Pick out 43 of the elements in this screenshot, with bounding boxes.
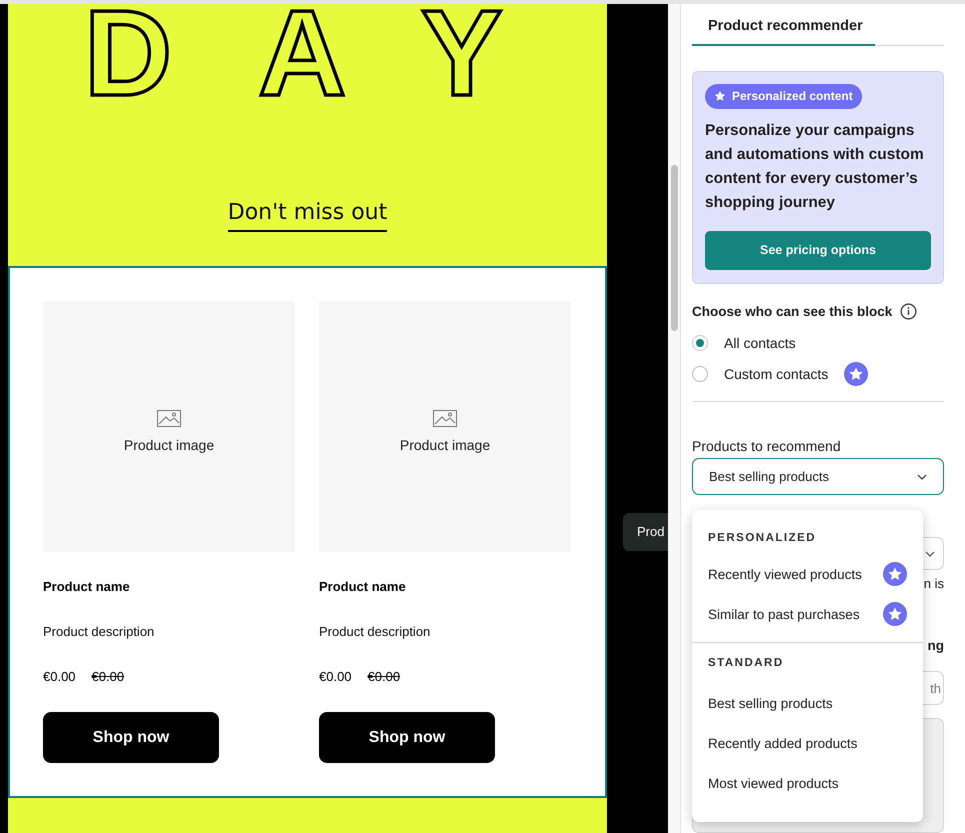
- image-label: Product image: [124, 437, 214, 454]
- menu-group-heading: STANDARD: [707, 656, 785, 671]
- tooltip: Prod: [623, 513, 668, 551]
- radio-label[interactable]: All contacts: [724, 335, 796, 352]
- image-icon: [157, 410, 181, 428]
- menu-item[interactable]: Recently viewed products: [692, 554, 923, 594]
- radio-button[interactable]: [692, 366, 708, 382]
- image-label: Product image: [400, 437, 490, 454]
- hero-heading: DAY: [83, 4, 590, 102]
- promo-text: Personalize your campaigns and automations with custom content for every customer’s shopping journey: [705, 120, 925, 213]
- section-heading: ng: [928, 638, 944, 654]
- product-block[interactable]: Product image Product name Product description €0.00 €0.00 Shop now Product image Product name Product description €0.00 €0.00 Shop now: [8, 266, 607, 798]
- chevron-down-icon: [917, 474, 927, 480]
- helper-text: n is: [924, 576, 944, 592]
- product-name: Product name: [43, 579, 130, 596]
- shop-now-button[interactable]: Shop now: [43, 712, 219, 763]
- products-label: Products to recommend: [692, 438, 842, 454]
- product-price: €0.00: [319, 669, 352, 686]
- product-name: Product name: [319, 579, 406, 596]
- shop-now-button[interactable]: Shop now: [319, 712, 495, 763]
- scrollbar-thumb[interactable]: [671, 165, 678, 331]
- image-icon: [433, 410, 457, 428]
- panel-tab[interactable]: Product recommender: [692, 4, 875, 46]
- star-icon: [714, 90, 726, 102]
- radio-label[interactable]: Custom contacts: [724, 366, 828, 382]
- product-description: Product description: [319, 624, 430, 640]
- product-price: €0.00: [43, 669, 76, 686]
- info-icon[interactable]: [900, 302, 918, 320]
- chevron-down-icon: [925, 550, 935, 557]
- old-price: €0.00: [92, 669, 124, 686]
- old-price: €0.00: [368, 669, 400, 686]
- products-select[interactable]: Best selling products: [692, 458, 944, 496]
- radio-button[interactable]: [692, 335, 708, 352]
- menu-item[interactable]: Most viewed products: [692, 763, 923, 803]
- badge-label: Personalized content: [732, 89, 853, 104]
- hero-subheading: Don't miss out: [228, 198, 388, 232]
- menu-item[interactable]: Best selling products: [692, 683, 923, 723]
- product-description: Product description: [43, 624, 154, 640]
- menu-item[interactable]: Similar to past purchases: [692, 594, 923, 634]
- see-pricing-button[interactable]: See pricing options: [705, 230, 931, 270]
- menu-group-heading: PERSONALIZED: [707, 531, 818, 546]
- menu-item[interactable]: Recently added products: [692, 723, 923, 763]
- visibility-label: Choose who can see this block: [692, 304, 892, 319]
